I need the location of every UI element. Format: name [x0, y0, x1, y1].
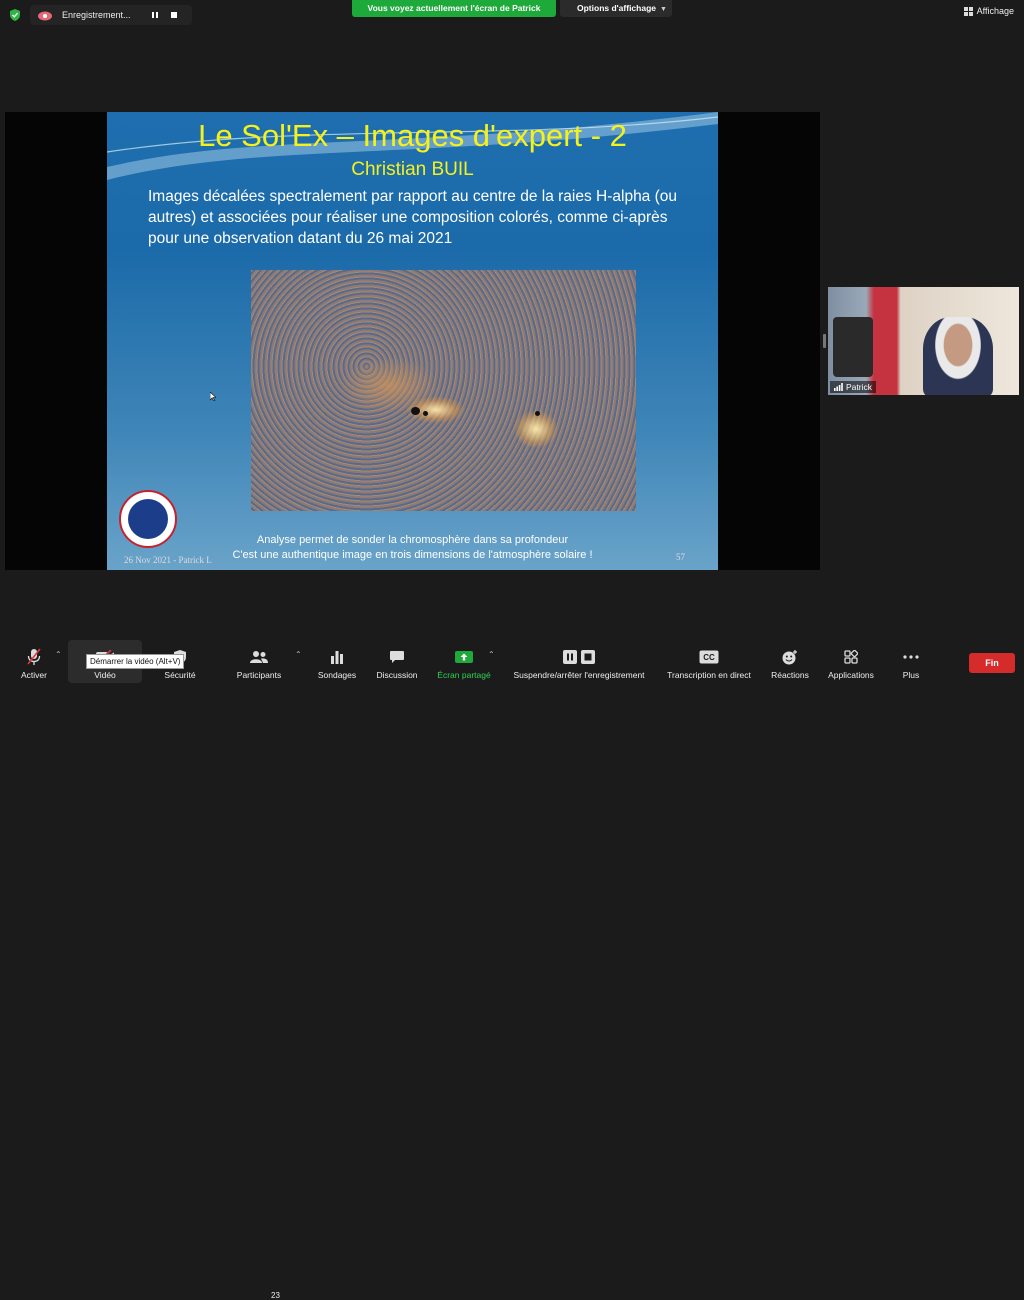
layout-label: Affichage	[976, 6, 1014, 16]
sunspot	[423, 411, 428, 416]
audio-options-caret[interactable]: ⌃	[55, 650, 62, 659]
end-meeting-button[interactable]: Fin	[969, 653, 1015, 673]
security-label: Sécurité	[164, 670, 196, 680]
grid-view-icon	[963, 6, 973, 16]
slide-author: Christian BUIL	[351, 159, 474, 180]
pause-recording-button[interactable]	[147, 7, 163, 23]
mute-label: Activer	[21, 670, 47, 680]
participants-options-caret[interactable]: ⌃	[295, 650, 302, 659]
bar-chart-icon	[331, 651, 343, 664]
cloud-recording-icon	[38, 11, 52, 21]
sunspot	[411, 407, 420, 415]
video-tooltip: Démarrer la vidéo (Alt+V)	[86, 654, 185, 669]
mouse-pointer-icon	[210, 392, 216, 401]
stop-recording-button[interactable]	[166, 7, 182, 23]
view-options-dropdown[interactable]: Options d'affichage ▼	[560, 0, 672, 17]
closed-caption-icon: CC	[699, 650, 719, 664]
more-button[interactable]: Plus	[896, 640, 926, 683]
tile-resize-handle[interactable]	[823, 334, 826, 348]
signal-strength-icon	[834, 383, 843, 391]
participants-label: Participants	[236, 670, 282, 680]
live-transcript-label: Transcription en direct	[667, 670, 751, 680]
live-transcript-button[interactable]: CC Transcription en direct	[662, 640, 756, 683]
recording-label: Enregistrement...	[62, 10, 131, 20]
recording-controls-label: Suspendre/arrêter l'enregistrement	[513, 670, 645, 680]
stop-icon	[171, 12, 177, 18]
reactions-button[interactable]: Réactions	[768, 640, 812, 683]
chat-bubble-icon	[390, 651, 404, 663]
share-screen-icon	[455, 651, 473, 663]
chat-button[interactable]: Discussion	[374, 640, 420, 683]
participants-button[interactable]: Participants	[232, 640, 286, 683]
apps-icon	[844, 650, 858, 664]
polls-label: Sondages	[317, 670, 357, 680]
participants-count: 23	[271, 1291, 280, 1300]
participant-video	[923, 317, 993, 395]
chat-label: Discussion	[376, 670, 418, 680]
participant-name: Patrick	[846, 382, 872, 392]
pause-icon	[152, 12, 158, 18]
participant-name-tag: Patrick	[830, 381, 876, 393]
more-label: Plus	[902, 670, 920, 680]
slide-date: 26 Nov 2021 - Patrick L	[124, 555, 212, 565]
club-logo-emblem	[128, 499, 168, 539]
polls-button[interactable]: Sondages	[316, 640, 358, 683]
mute-button[interactable]: Activer	[14, 640, 54, 683]
slide-title: Le Sol'Ex – Images d'expert - 2	[198, 118, 627, 153]
participant-video-tile[interactable]: Patrick	[828, 287, 1019, 395]
reactions-label: Réactions	[771, 670, 809, 680]
telescope-background	[833, 317, 873, 377]
view-options-label: Options d'affichage	[577, 3, 656, 13]
sunspot	[535, 411, 540, 416]
share-screen-button[interactable]: Écran partagé	[432, 640, 496, 683]
cc-badge-text: CC	[703, 653, 715, 662]
presentation-slide: Le Sol'Ex – Images d'expert - 2 Christia…	[107, 112, 718, 570]
microphone-muted-icon	[27, 648, 41, 665]
more-dots-icon	[903, 655, 919, 659]
layout-button[interactable]: Affichage	[963, 6, 1014, 16]
chevron-down-icon: ▼	[660, 6, 667, 13]
solar-limb-space	[466, 270, 636, 511]
solar-image	[251, 270, 636, 511]
video-label: Vidéo	[94, 670, 116, 680]
screen-share-banner: Vous voyez actuellement l'écran de Patri…	[352, 0, 556, 17]
apps-label: Applications	[828, 670, 874, 680]
recording-controls-button[interactable]: Suspendre/arrêter l'enregistrement	[505, 640, 653, 683]
share-label: Écran partagé	[437, 670, 491, 680]
pause-stop-recording-icon	[563, 650, 595, 664]
smiley-plus-icon	[782, 650, 797, 665]
security-shield-icon[interactable]	[8, 8, 22, 22]
share-options-caret[interactable]: ⌃	[488, 650, 495, 659]
participants-icon	[250, 651, 268, 663]
apps-button[interactable]: Applications	[824, 640, 878, 683]
slide-page-number: 57	[676, 552, 685, 562]
slide-caption-line1: Analyse permet de sonder la chromosphère…	[256, 534, 569, 546]
recording-indicator[interactable]: Enregistrement...	[30, 5, 192, 25]
slide-body-text: Images décalées spectralement par rappor…	[148, 188, 678, 247]
